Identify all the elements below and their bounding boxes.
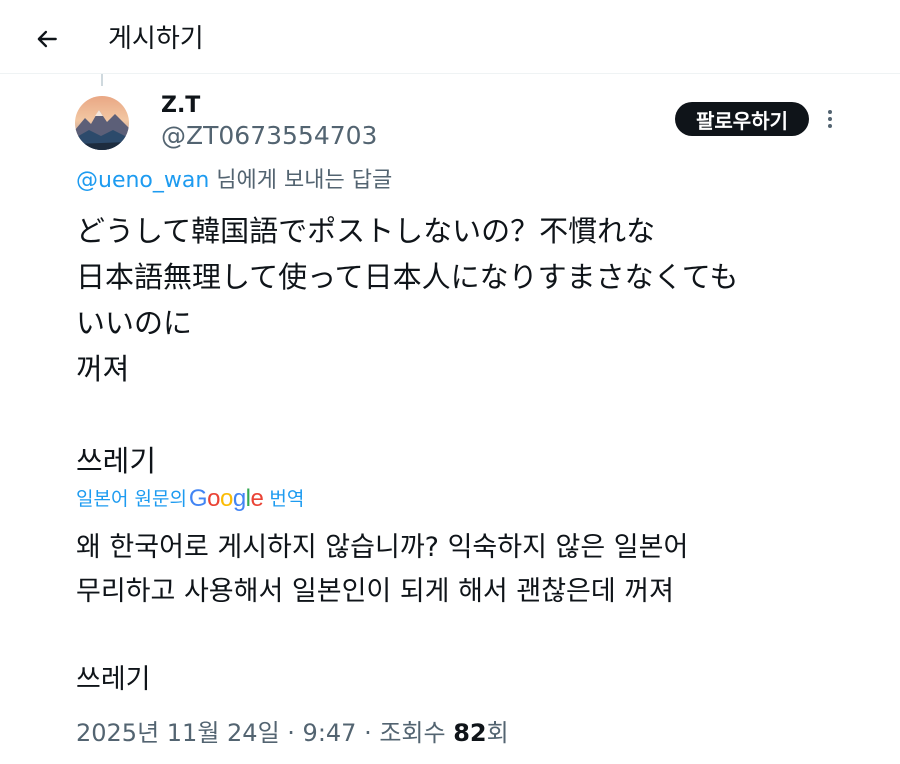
thread-connector-line [101, 74, 103, 86]
more-options-button[interactable] [820, 104, 840, 134]
translated-text: 왜 한국어로 게시하지 않습니까? 익숙하지 않은 일본어 무리하고 사용해서 … [76, 532, 689, 695]
avatar[interactable] [75, 96, 129, 150]
tweet-metadata: 2025년 11월 24일 · 9:47 · 조회수 82회 [76, 716, 509, 750]
tweet-time[interactable]: 9:47 [303, 719, 357, 747]
page-title: 게시하기 [108, 24, 204, 54]
translation-suffix: 번역 [269, 488, 305, 510]
arrow-left-icon [37, 30, 57, 48]
google-logo: Google [188, 484, 264, 514]
meta-separator: · [356, 719, 380, 747]
google-logo-letter: G [188, 485, 208, 512]
translation-attribution[interactable]: 일본어 원문의 Google 번역 [76, 484, 304, 514]
google-logo-letter: e [250, 485, 264, 512]
author-display-name[interactable]: Z.T [161, 92, 200, 120]
top-header: 게시하기 [0, 0, 900, 74]
translation-prefix: 일본어 원문의 [76, 488, 187, 510]
views-label: 조회수 [379, 719, 454, 747]
google-logo-letter: g [232, 485, 246, 512]
views-count: 82 [453, 719, 487, 747]
google-logo-letter: o [219, 485, 233, 512]
more-vertical-icon-dot [828, 117, 832, 121]
views-unit: 회 [486, 719, 509, 747]
reply-mention-link[interactable]: @ueno_wan [76, 168, 209, 193]
tweet-text: どうして韓国語でポストしないの？不慣れな 日本語無理して使って日本人になりすまさ… [76, 214, 739, 478]
meta-separator: · [279, 719, 303, 747]
reply-context-suffix: 님에게 보내는 답글 [209, 168, 393, 193]
more-vertical-icon-dot [828, 124, 832, 128]
author-handle[interactable]: @ZT0673554703 [161, 120, 377, 152]
reply-context: @ueno_wan 님에게 보내는 답글 [76, 166, 392, 196]
follow-button[interactable]: 팔로우하기 [675, 102, 809, 136]
tweet-date[interactable]: 2025년 11월 24일 [76, 719, 280, 747]
more-vertical-icon [828, 110, 832, 114]
google-logo-letter: o [207, 485, 220, 512]
back-button[interactable] [28, 20, 66, 58]
